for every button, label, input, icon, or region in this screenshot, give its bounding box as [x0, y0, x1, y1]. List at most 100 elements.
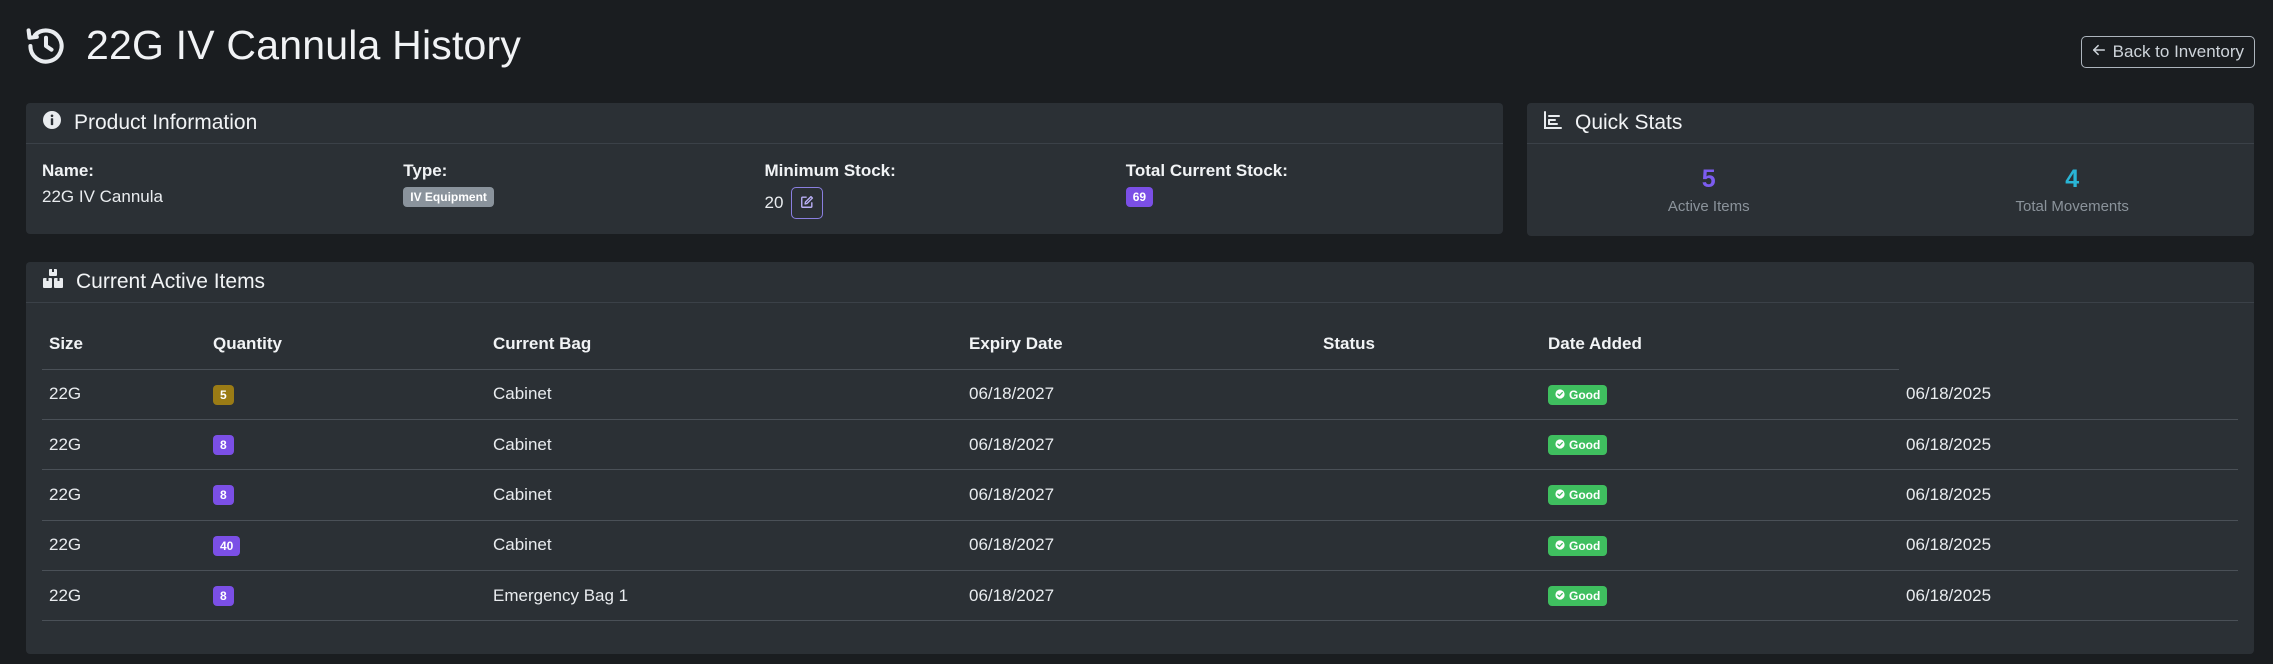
- quantity-badge: 5: [213, 384, 234, 405]
- arrow-left-icon: [2092, 42, 2106, 62]
- minimum-stock-label: Minimum Stock:: [764, 161, 896, 180]
- cell-quantity: 8: [206, 419, 486, 471]
- cell-status-spacer: [1316, 419, 1541, 471]
- cell-quantity: 8: [206, 570, 486, 622]
- current-active-items-title: Current Active Items: [76, 270, 266, 293]
- quantity-badge: 40: [213, 535, 241, 556]
- cell-size: 22G: [42, 469, 206, 521]
- cell-expiry-date: 06/18/2027: [962, 469, 1316, 521]
- table-row: 22G 8 Cabinet 06/18/2027 Good 06/18/2025: [42, 419, 2238, 471]
- page-header: 22G IV Cannula History Back to Inventory: [24, 22, 2255, 78]
- product-information-title: Product Information: [74, 111, 258, 134]
- cell-date-added: 06/18/2025: [1899, 520, 2238, 572]
- column-header-expiry-date: Expiry Date: [962, 320, 1316, 370]
- check-circle-icon: [1555, 439, 1565, 451]
- status-label: Good: [1569, 488, 1601, 503]
- cell-date-added: 06/18/2025: [1899, 469, 2238, 521]
- cell-status-spacer: [1316, 520, 1541, 572]
- cell-expiry-date: 06/18/2027: [962, 369, 1316, 420]
- cell-size: 22G: [42, 570, 206, 622]
- column-header-size: Size: [42, 320, 206, 370]
- status-label: Good: [1569, 438, 1601, 453]
- cell-date-added: 06/18/2025: [1899, 369, 2238, 420]
- cell-expiry-date: 06/18/2027: [962, 520, 1316, 572]
- cell-size: 22G: [42, 419, 206, 471]
- status-label: Good: [1569, 538, 1601, 553]
- column-header-quantity: Quantity: [206, 320, 486, 370]
- quantity-badge: 8: [213, 485, 234, 506]
- status-label: Good: [1569, 387, 1601, 402]
- active-items-stat: 5 Active Items: [1527, 165, 1891, 215]
- type-label: Type:: [403, 161, 448, 180]
- product-name-field: Name: 22G IV Cannula: [42, 161, 403, 219]
- total-movements-label: Total Movements: [2015, 198, 2129, 215]
- cell-size: 22G: [42, 520, 206, 572]
- active-items-label: Active Items: [1667, 198, 1750, 215]
- cell-current-bag: Cabinet: [486, 369, 962, 420]
- cell-status: Good: [1541, 520, 1899, 572]
- title-group: 22G IV Cannula History: [24, 22, 2255, 69]
- quick-stats-card: Quick Stats 5 Active Items 4 Total Movem…: [1527, 103, 2254, 236]
- total-stock-badge: 69: [1125, 187, 1154, 207]
- quantity-badge: 8: [213, 586, 234, 607]
- cell-status: Good: [1541, 419, 1899, 471]
- edit-minimum-stock-button[interactable]: [791, 187, 824, 219]
- cell-status: Good: [1541, 369, 1899, 420]
- cell-status-spacer: [1316, 570, 1541, 622]
- cell-status: Good: [1541, 570, 1899, 622]
- column-header-status: Status: [1316, 320, 1541, 370]
- stats-row: 5 Active Items 4 Total Movements: [1527, 144, 2254, 236]
- product-information-card: Product Information Name: 22G IV Cannula…: [26, 103, 1503, 234]
- status-badge: Good: [1548, 435, 1608, 456]
- name-label: Name:: [42, 161, 94, 180]
- status-label: Good: [1569, 589, 1601, 604]
- minimum-stock-row: 20: [765, 187, 1126, 219]
- check-circle-icon: [1555, 489, 1565, 501]
- table-header-row: Size Quantity Current Bag Expiry Date St…: [42, 320, 2238, 370]
- back-to-inventory-button[interactable]: Back to Inventory: [2080, 36, 2255, 68]
- cell-expiry-date: 06/18/2027: [962, 419, 1316, 471]
- boxes-icon: [42, 268, 64, 296]
- column-header-date-added: Date Added: [1541, 320, 1899, 370]
- product-information-header: Product Information: [26, 103, 1503, 144]
- cell-quantity: 5: [206, 369, 486, 420]
- cell-current-bag: Cabinet: [486, 520, 962, 572]
- active-items-count: 5: [1701, 165, 1716, 193]
- history-icon: [24, 24, 68, 68]
- product-info-grid: Name: 22G IV Cannula Type: IV Equipment …: [26, 144, 1503, 219]
- column-header-current-bag: Current Bag: [486, 320, 962, 370]
- info-circle-icon: [42, 110, 62, 136]
- status-badge: Good: [1548, 535, 1608, 556]
- quick-stats-header: Quick Stats: [1527, 103, 2254, 144]
- total-stock-label: Total Current Stock:: [1125, 161, 1288, 180]
- cell-status-spacer: [1316, 369, 1541, 420]
- name-value: 22G IV Cannula: [42, 187, 163, 206]
- check-circle-icon: [1555, 540, 1565, 552]
- page-title: 22G IV Cannula History: [86, 22, 522, 68]
- active-items-table: Size Quantity Current Bag Expiry Date St…: [42, 320, 2238, 622]
- cell-status-spacer: [1316, 469, 1541, 521]
- cell-current-bag: Emergency Bag 1: [486, 570, 962, 622]
- cell-current-bag: Cabinet: [486, 469, 962, 521]
- type-badge: IV Equipment: [403, 187, 494, 207]
- cell-quantity: 40: [206, 520, 486, 572]
- active-items-body: 22G 5 Cabinet 06/18/2027 Good 06/18/2025 22G 8 C…: [42, 369, 2238, 622]
- status-badge: Good: [1548, 384, 1608, 405]
- quantity-badge: 8: [213, 435, 234, 456]
- cell-quantity: 8: [206, 469, 486, 521]
- table-row: 22G 40 Cabinet 06/18/2027 Good 06/18/2025: [42, 520, 2238, 572]
- table-row: 22G 8 Emergency Bag 1 06/18/2027 Good 06/18/2…: [42, 570, 2238, 622]
- status-badge: Good: [1548, 485, 1608, 506]
- total-stock-field: Total Current Stock: 69: [1125, 161, 1487, 219]
- cell-date-added: 06/18/2025: [1899, 570, 2238, 622]
- current-active-items-header: Current Active Items: [26, 262, 2254, 303]
- cell-expiry-date: 06/18/2027: [962, 570, 1316, 622]
- bar-chart-icon: [1543, 110, 1563, 136]
- cell-date-added: 06/18/2025: [1899, 419, 2238, 471]
- cell-status: Good: [1541, 469, 1899, 521]
- check-circle-icon: [1555, 590, 1565, 602]
- status-badge: Good: [1548, 586, 1608, 607]
- product-type-field: Type: IV Equipment: [403, 161, 764, 219]
- table-row: 22G 8 Cabinet 06/18/2027 Good 06/18/2025: [42, 469, 2238, 521]
- minimum-stock-value: 20: [764, 193, 784, 212]
